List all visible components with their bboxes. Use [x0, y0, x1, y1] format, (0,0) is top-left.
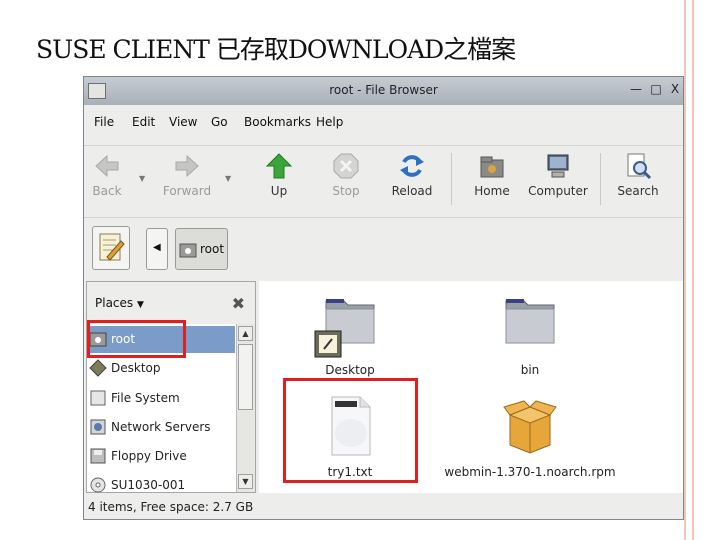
places-sidebar: Places ▼ ✖ root Desktop File System Netw…: [86, 281, 256, 493]
up-button[interactable]: Up: [248, 152, 310, 208]
search-icon: [624, 152, 652, 180]
file-item-desktop[interactable]: Desktop: [260, 291, 440, 377]
minimize-icon[interactable]: —: [629, 82, 643, 96]
up-label: Up: [270, 184, 288, 198]
stop-label: Stop: [332, 184, 360, 198]
reload-button[interactable]: Reload: [381, 152, 443, 208]
menu-edit[interactable]: Edit: [132, 115, 155, 129]
maximize-icon[interactable]: □: [649, 82, 663, 96]
menu-help[interactable]: Help: [316, 115, 343, 129]
scroll-up-icon[interactable]: ▲: [238, 326, 253, 341]
highlight-box-root: [87, 320, 186, 358]
computer-label: Computer: [528, 184, 588, 198]
sidebar-item-label: Desktop: [111, 361, 161, 375]
scroll-thumb[interactable]: [238, 344, 253, 410]
search-button[interactable]: Search: [607, 152, 669, 208]
toolbar-separator: [600, 153, 601, 205]
floppy-icon: [89, 447, 107, 465]
forward-label: Forward: [162, 184, 212, 198]
sidebar-scrollbar[interactable]: ▲ ▼: [236, 324, 255, 492]
computer-button[interactable]: Computer: [527, 152, 589, 208]
forward-arrow-icon: [173, 152, 201, 180]
places-dropdown[interactable]: Places ▼: [95, 296, 144, 310]
desktop-icon: [89, 359, 107, 377]
slide-title: SUSE CLIENT 已存取DOWNLOAD之檔案: [36, 35, 516, 64]
sidebar-item-network-servers[interactable]: Network Servers: [87, 414, 235, 441]
slide-decoration-border: [684, 0, 720, 540]
edit-document-icon: [99, 233, 125, 261]
scroll-down-icon[interactable]: ▼: [238, 474, 253, 489]
folder-icon: [314, 291, 380, 358]
title-bar[interactable]: root - File Browser — □ X: [84, 77, 683, 105]
places-label: Places: [95, 296, 134, 310]
file-name: Desktop: [325, 363, 375, 377]
sidebar-item-label: Network Servers: [111, 420, 211, 434]
sidebar-item-label: File System: [111, 391, 180, 405]
stop-icon: [332, 152, 360, 180]
home-folder-icon: [179, 243, 197, 258]
menu-bookmarks[interactable]: Bookmarks: [244, 115, 311, 129]
file-name: bin: [520, 363, 540, 377]
close-icon[interactable]: X: [668, 82, 682, 96]
triangle-left-icon: ◀: [153, 242, 161, 253]
sidebar-item-floppy-drive[interactable]: Floppy Drive: [87, 443, 235, 470]
folder-icon: [500, 291, 560, 357]
sidebar-close-icon[interactable]: ✖: [232, 294, 245, 313]
cdrom-icon: [89, 476, 107, 494]
toolbar-separator: [451, 153, 452, 205]
file-item-webmin-rpm[interactable]: webmin-1.370-1.noarch.rpm: [440, 393, 620, 479]
toolbar: Back ▼ Forward ▼ Up Stop Reload Home Com…: [84, 145, 683, 212]
home-button[interactable]: Home: [461, 152, 523, 208]
highlight-box-try1: [283, 378, 418, 483]
search-label: Search: [617, 184, 659, 198]
sidebar-item-label: SU1030-001: [111, 478, 186, 492]
menu-bar: File Edit View Go Bookmarks Help: [84, 111, 683, 135]
window-title: root - File Browser: [329, 83, 438, 97]
location-bar: ◀ root: [84, 217, 683, 276]
back-dropdown-icon[interactable]: ▼: [139, 174, 145, 183]
stop-button[interactable]: Stop: [315, 152, 377, 208]
crumb-label: root: [200, 242, 225, 256]
computer-icon: [544, 152, 572, 180]
home-icon: [478, 152, 506, 180]
sidebar-header: Places ▼ ✖: [87, 282, 255, 324]
status-bar: 4 items, Free space: 2.7 GB: [84, 495, 683, 519]
reload-label: Reload: [391, 184, 433, 198]
chevron-down-icon: ▼: [136, 300, 144, 310]
back-button[interactable]: Back: [84, 152, 138, 208]
path-crumb-root[interactable]: root: [175, 228, 228, 270]
network-icon: [89, 418, 107, 436]
forward-button[interactable]: Forward: [156, 152, 218, 208]
reload-icon: [398, 152, 426, 180]
path-scroll-left-button[interactable]: ◀: [146, 228, 168, 270]
sidebar-item-desktop[interactable]: Desktop: [87, 355, 235, 382]
desktop-emblem-icon: [314, 330, 342, 358]
sidebar-item-label: Floppy Drive: [111, 449, 187, 463]
menu-file[interactable]: File: [94, 115, 114, 129]
menu-view[interactable]: View: [169, 115, 197, 129]
menu-go[interactable]: Go: [211, 115, 228, 129]
sidebar-item-file-system[interactable]: File System: [87, 385, 235, 412]
status-text: 4 items, Free space: 2.7 GB: [88, 500, 254, 514]
home-label: Home: [474, 184, 510, 198]
toggle-location-entry-button[interactable]: [92, 226, 130, 270]
up-arrow-icon: [265, 152, 293, 180]
back-arrow-icon: [93, 152, 121, 180]
back-label: Back: [92, 184, 122, 198]
package-icon: [500, 393, 560, 459]
file-name: webmin-1.370-1.noarch.rpm: [444, 465, 616, 479]
drive-icon: [89, 389, 107, 407]
file-item-bin[interactable]: bin: [440, 291, 620, 377]
forward-dropdown-icon[interactable]: ▼: [225, 174, 231, 183]
